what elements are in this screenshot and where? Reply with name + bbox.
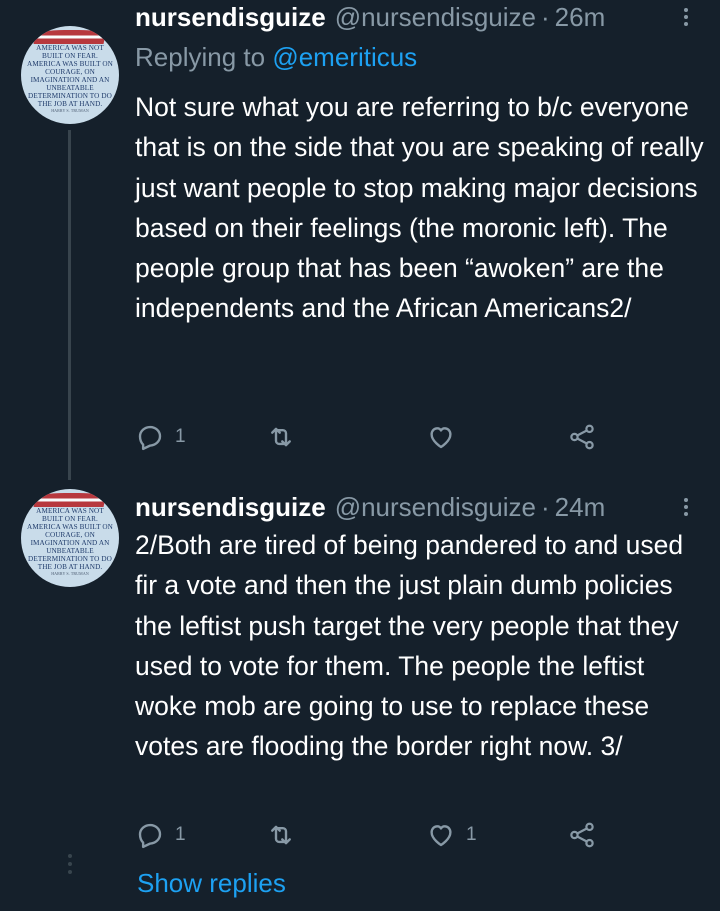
show-replies-link[interactable]: Show replies [137, 868, 286, 899]
more-icon[interactable] [679, 5, 693, 31]
heart-icon [430, 427, 452, 449]
retweet-button[interactable] [266, 420, 306, 454]
retweet-button[interactable] [266, 818, 306, 852]
reply-count: 1 [175, 426, 186, 447]
reply-button[interactable]: 1 [135, 818, 186, 852]
avatar[interactable]: AMERICA WAS NOT BUILT ON FEAR. AMERICA W… [21, 489, 119, 587]
tweet[interactable]: AMERICA WAS NOT BUILT ON FEAR. AMERICA W… [0, 0, 720, 480]
reply-count: 1 [175, 824, 186, 845]
retweet-icon [271, 825, 291, 845]
reply-icon [138, 823, 162, 849]
tweet-text: Not sure what you are referring to b/c e… [135, 92, 704, 324]
mention-link[interactable]: @emeriticus [272, 42, 417, 72]
like-count: 1 [466, 824, 477, 845]
avatar-quote: AMERICA WAS NOT BUILT ON FEAR. AMERICA W… [27, 44, 113, 113]
timestamp[interactable]: 26m [555, 2, 606, 33]
like-button[interactable] [426, 420, 466, 454]
reply-icon [138, 425, 162, 451]
tweet-text: 2/Both are tired of being pandered to an… [135, 530, 684, 762]
separator: · [541, 1, 550, 32]
tweet-actions: 1 [135, 420, 615, 454]
tweet-header: nursendisguize @nursendisguize · 26m [135, 0, 605, 34]
retweet-icon [271, 427, 291, 447]
reply-button[interactable]: 1 [135, 420, 186, 454]
share-icon [570, 424, 594, 450]
display-name[interactable]: nursendisguize [135, 2, 326, 33]
replying-to: Replying to @emeriticus [135, 42, 418, 72]
thread-line [68, 130, 71, 480]
avatar-quote: AMERICA WAS NOT BUILT ON FEAR. AMERICA W… [27, 507, 113, 576]
avatar[interactable]: AMERICA WAS NOT BUILT ON FEAR. AMERICA W… [21, 26, 119, 124]
heart-icon [430, 825, 452, 847]
display-name[interactable]: nursendisguize [135, 492, 326, 523]
separator: · [541, 491, 550, 522]
thread-ellipsis [67, 850, 73, 878]
tweet-actions: 1 1 [135, 818, 615, 852]
flag-graphic [33, 493, 107, 507]
timestamp[interactable]: 24m [555, 492, 606, 523]
flag-graphic [33, 30, 107, 44]
more-icon[interactable] [679, 495, 693, 521]
tweet[interactable]: AMERICA WAS NOT BUILT ON FEAR. AMERICA W… [0, 480, 720, 911]
tweet-header: nursendisguize @nursendisguize · 24m [135, 490, 605, 524]
share-button[interactable] [567, 818, 597, 852]
share-button[interactable] [567, 420, 597, 454]
share-icon [570, 822, 594, 848]
user-handle[interactable]: @nursendisguize [335, 492, 536, 523]
like-button[interactable]: 1 [426, 818, 477, 852]
user-handle[interactable]: @nursendisguize [335, 2, 536, 33]
